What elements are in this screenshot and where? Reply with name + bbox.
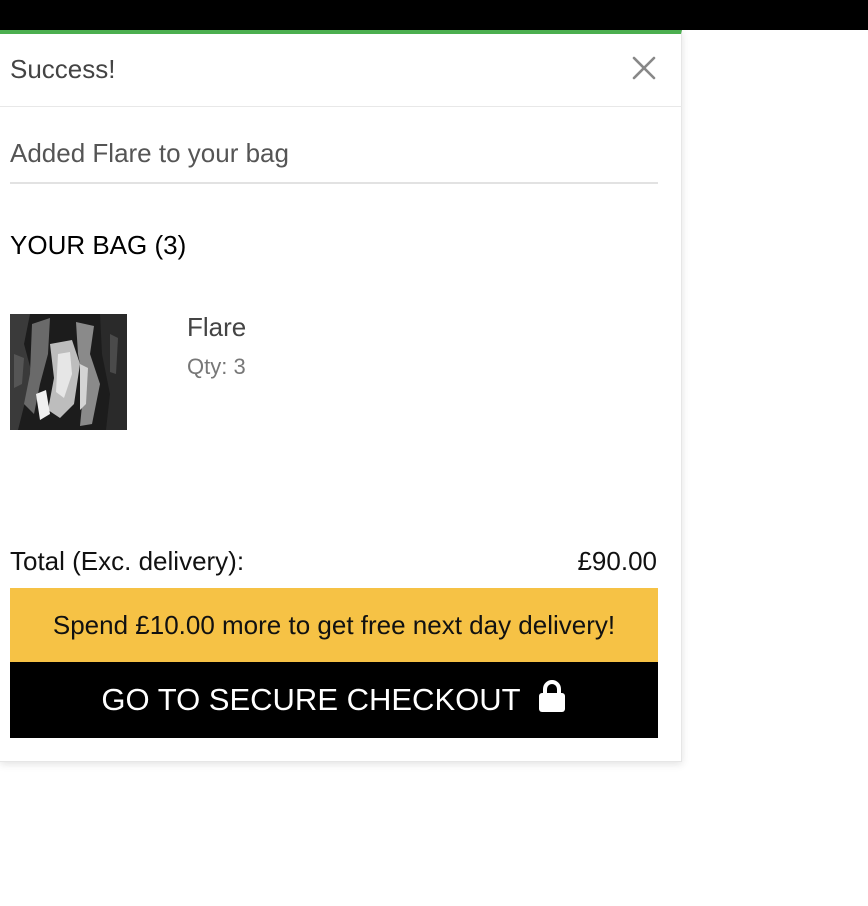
close-button[interactable] [626, 50, 662, 86]
site-header-bar [0, 0, 868, 30]
toast-title: Success! [10, 54, 116, 84]
product-image[interactable] [10, 314, 127, 430]
toast-header: Success! [0, 34, 682, 107]
secure-checkout-button[interactable]: GO TO SECURE CHECKOUT [10, 662, 658, 738]
product-qty: Qty: 3 [187, 354, 246, 379]
toast-message: Added Flare to your bag [10, 138, 289, 168]
lock-icon [537, 679, 567, 721]
divider [10, 182, 658, 184]
close-icon [632, 56, 656, 80]
product-name[interactable]: Flare [187, 312, 246, 343]
free-delivery-banner: Spend £10.00 more to get free next day d… [10, 588, 658, 662]
bag-heading: YOUR BAG (3) [10, 230, 187, 260]
total-label: Total (Exc. delivery): [10, 546, 245, 576]
promo-text: Spend £10.00 more to get free next day d… [52, 609, 616, 640]
total-value: £90.00 [577, 546, 657, 576]
add-to-bag-toast: Success! Added Flare to your bag YOUR BA… [0, 30, 682, 762]
checkout-label: GO TO SECURE CHECKOUT [101, 682, 521, 717]
